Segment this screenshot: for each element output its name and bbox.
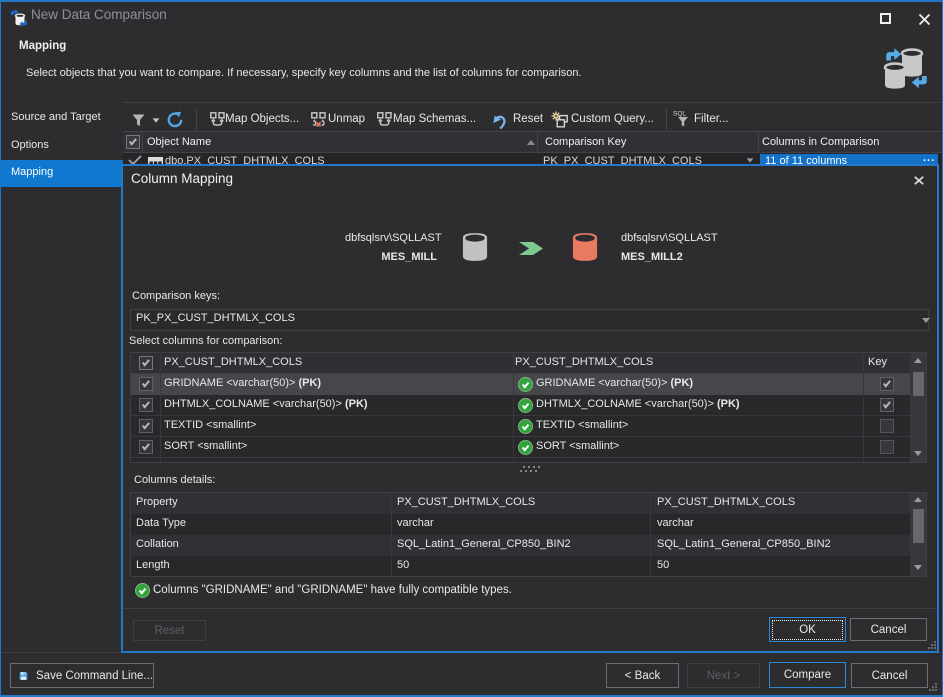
svg-text:SQL: SQL [673,111,686,118]
